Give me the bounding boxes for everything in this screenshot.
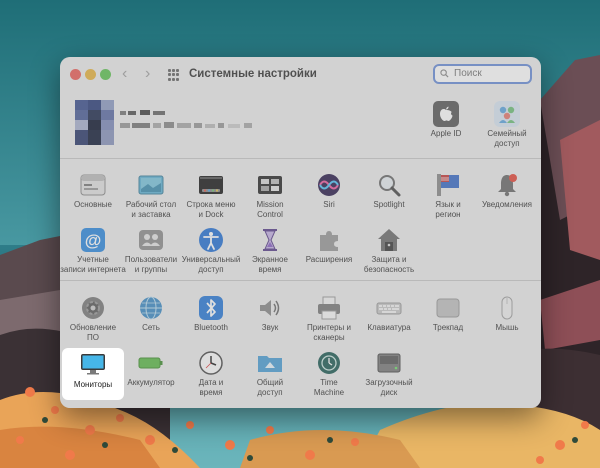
search-field[interactable]: [433, 64, 532, 84]
pref-mouse[interactable]: Мышь: [474, 293, 540, 359]
menubar-dock-icon: [199, 176, 223, 194]
account-header: Apple ID Семейный доступ: [60, 93, 541, 158]
system-preferences-window: ‹ › Системные настройки Поиск Apple ID С…: [60, 57, 541, 408]
desktop-screensaver-icon: [138, 175, 164, 195]
zoom-button[interactable]: [100, 69, 111, 80]
pref-extensions[interactable]: Расширения: [296, 225, 362, 291]
search-icon: [440, 69, 449, 78]
pref-label: Аккумулятор: [127, 378, 175, 387]
pref-label: Общий доступ: [256, 378, 284, 397]
pref-users-groups[interactable]: Пользователи и группы: [118, 225, 184, 291]
pref-label: Мониторы: [73, 380, 113, 389]
pref-label: Звук: [261, 323, 279, 332]
bluetooth-icon: [199, 296, 223, 320]
pref-label: Siri: [323, 200, 335, 209]
pref-label: Рабочий стол и заставка: [125, 200, 177, 219]
pref-label: Учетные записи интернета: [60, 255, 126, 274]
pref-language-region[interactable]: Язык и регион: [415, 170, 481, 236]
screen-time-icon: [263, 229, 277, 251]
pref-label: Универсальный доступ: [181, 255, 241, 274]
apple-logo-icon: [433, 101, 459, 127]
pref-label: Mission Control: [256, 200, 284, 219]
sound-icon: [260, 300, 280, 316]
pref-label: Основные: [74, 200, 112, 209]
displays-highlight[interactable]: Мониторы: [62, 348, 124, 400]
mission-control-icon: [258, 176, 282, 194]
spotlight-icon: [379, 175, 401, 197]
search-input[interactable]: [454, 68, 528, 79]
pref-startup-disk[interactable]: Загрузочный диск: [356, 348, 422, 408]
pref-family-sharing[interactable]: Семейный доступ: [474, 99, 540, 165]
security-privacy-icon: [378, 229, 400, 251]
pref-label: Мышь: [495, 323, 519, 332]
pref-battery[interactable]: Аккумулятор: [118, 348, 184, 408]
pref-accessibility[interactable]: Универсальный доступ: [178, 225, 244, 291]
pref-date-time[interactable]: Дата и время: [178, 348, 244, 408]
pref-apple-id[interactable]: Apple ID: [413, 99, 479, 165]
printers-scanners-icon: [318, 296, 340, 320]
pref-label: Строка меню и Dock: [186, 200, 236, 219]
internet-accounts-icon: @: [81, 228, 105, 252]
trackpad-icon: [436, 298, 460, 318]
pref-sharing[interactable]: Общий доступ: [237, 348, 303, 408]
section-divider: [60, 158, 541, 159]
siri-icon: [318, 174, 340, 196]
forward-icon[interactable]: ›: [145, 65, 150, 83]
back-icon[interactable]: ‹: [122, 65, 127, 83]
pref-label: Пользователи и группы: [124, 255, 178, 274]
notifications-icon: [498, 174, 517, 197]
extensions-icon: [320, 231, 338, 251]
pref-label: Семейный доступ: [487, 129, 527, 148]
mouse-icon: [501, 296, 513, 320]
date-time-icon: [199, 351, 223, 375]
pref-label: Spotlight: [373, 200, 405, 209]
close-button[interactable]: [70, 69, 81, 80]
user-name-blurred: [120, 110, 252, 128]
battery-icon: [138, 357, 163, 369]
pref-security-privacy[interactable]: Защита и безопасность: [356, 225, 422, 291]
pref-label: Защита и безопасность: [363, 255, 415, 274]
time-machine-icon: [318, 352, 340, 374]
pref-label: Экранное время: [252, 255, 288, 274]
pref-label: Расширения: [305, 255, 353, 264]
user-avatar[interactable]: [75, 100, 114, 145]
general-icon: [80, 174, 106, 196]
svg-text:@: @: [85, 231, 102, 250]
sharing-icon: [258, 356, 282, 372]
pref-label: Сеть: [142, 323, 160, 332]
pref-time-machine[interactable]: Time Machine: [296, 348, 362, 408]
pref-label: Язык и регион: [435, 200, 461, 219]
pref-notifications[interactable]: Уведомления: [474, 170, 540, 236]
show-all-grid-icon[interactable]: [168, 69, 180, 81]
network-icon: [140, 296, 162, 320]
pref-label: Bluetooth: [194, 323, 228, 332]
language-region-icon: [437, 174, 459, 196]
pref-label: Уведомления: [481, 200, 533, 209]
family-sharing-icon: [494, 101, 520, 127]
pref-internet-accounts[interactable]: @ Учетные записи интернета: [60, 225, 126, 291]
minimize-button[interactable]: [85, 69, 96, 80]
window-title: Системные настройки: [189, 68, 317, 80]
software-update-icon: [82, 297, 104, 319]
accessibility-icon: [199, 228, 223, 252]
title-bar: ‹ › Системные настройки: [60, 57, 541, 93]
keyboard-icon: [376, 302, 402, 315]
startup-disk-icon: [377, 353, 401, 373]
pref-label: Time Machine: [313, 378, 345, 397]
pref-label: Загрузочный диск: [365, 378, 413, 397]
section-divider: [60, 280, 541, 281]
pref-trackpad[interactable]: Трекпад: [415, 293, 481, 359]
pref-label: Трекпад: [432, 323, 464, 332]
pref-label: Дата и время: [198, 378, 224, 397]
pref-label: Apple ID: [430, 129, 462, 138]
users-groups-icon: [139, 230, 163, 250]
pref-label: Клавиатура: [367, 323, 411, 332]
pref-label: Принтеры и сканеры: [307, 323, 351, 342]
pref-screen-time[interactable]: Экранное время: [237, 225, 303, 291]
pref-label: Обновление ПО: [69, 323, 117, 342]
displays-icon: [81, 354, 105, 375]
